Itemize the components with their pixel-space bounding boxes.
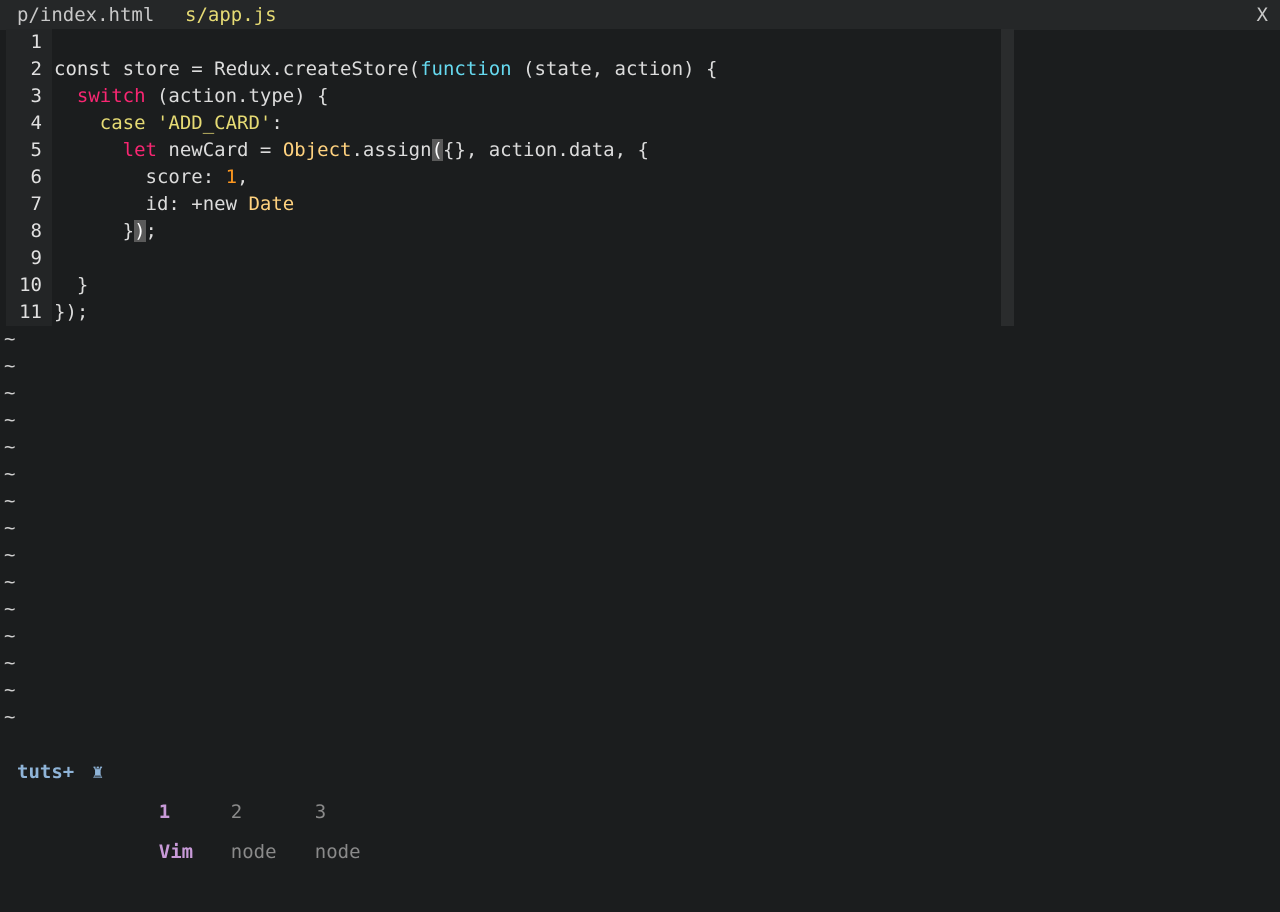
line-number: 6	[30, 166, 42, 188]
code-text: case 'ADD_CARD':	[54, 110, 283, 137]
session-name: tuts+	[17, 761, 75, 783]
code-token: }	[54, 274, 89, 296]
tilde-marker: ~	[4, 355, 16, 377]
tab-line: p/index.html s/app.js X	[0, 0, 1280, 30]
code-token: });	[54, 301, 89, 323]
code-token: Object	[282, 139, 352, 161]
window-2[interactable]: 2 node	[185, 752, 277, 912]
tilde-marker: ~	[4, 409, 16, 431]
tilde-marker: ~	[4, 544, 16, 566]
code-token: function	[420, 58, 512, 80]
code-token: (action.type) {	[145, 85, 329, 107]
code-text: switch (action.type) {	[54, 83, 329, 110]
line-number: 4	[30, 112, 42, 134]
code-token: case	[99, 112, 146, 134]
code-text: });	[54, 218, 157, 245]
line-number: 11	[19, 301, 42, 323]
tilde-marker: ~	[4, 382, 16, 404]
tab-app-js[interactable]: s/app.js	[185, 4, 277, 26]
code-token: 1	[225, 166, 238, 188]
cursor-match: )	[134, 220, 146, 242]
window-3-name: node	[314, 841, 361, 863]
code-text: });	[54, 299, 88, 326]
code-token: store = Redux.createStore(	[111, 58, 421, 80]
code-text: let newCard = Object.assign({}, action.d…	[54, 137, 649, 164]
code-token: newCard =	[156, 139, 283, 161]
tilde-marker: ~	[4, 652, 16, 674]
tilde-marker: ~	[4, 706, 16, 728]
tilde-marker: ~	[4, 598, 16, 620]
code-token: }	[54, 220, 135, 242]
line-number: 2	[30, 58, 42, 80]
line-number: 10	[19, 274, 42, 296]
code-token: score:	[54, 166, 226, 188]
code-token: switch	[76, 85, 146, 107]
code-text: score: 1,	[54, 164, 249, 191]
tilde-marker: ~	[4, 679, 16, 701]
line-number: 1	[30, 31, 42, 53]
tilde-marker: ~	[4, 625, 16, 647]
line-number: 3	[30, 85, 42, 107]
editor-scrollbar[interactable]	[1001, 29, 1014, 326]
code-token: const	[54, 58, 112, 80]
code-token: Date	[248, 193, 295, 215]
window-1-index: 1	[158, 801, 171, 823]
window-1[interactable]: 1 Vim	[113, 752, 193, 912]
window-3-index: 3	[314, 801, 327, 823]
window-3[interactable]: 3 node	[269, 752, 361, 912]
code-token: 'ADD_CARD'	[156, 112, 272, 134]
line-number: 7	[30, 193, 42, 215]
editor-pane[interactable]: 1 2 const store = Redux.createStore(functi…	[6, 29, 1014, 326]
tilde-marker: ~	[4, 436, 16, 458]
cursor-match: (	[431, 139, 443, 161]
window-indicator-icon: ♜	[92, 761, 104, 783]
tilde-marker: ~	[4, 571, 16, 593]
code-text: }	[54, 272, 88, 299]
line-number: 5	[30, 139, 42, 161]
code-token: .assign	[351, 139, 432, 161]
tilde-marker: ~	[4, 328, 16, 350]
window-2-index: 2	[230, 801, 243, 823]
code-token: ,	[237, 166, 249, 188]
code-token: ;	[145, 220, 157, 242]
line-number: 9	[30, 247, 42, 269]
code-token: id: +new	[54, 193, 249, 215]
tmux-status-bar: tuts+ ♜ 1 Vim 2 node 3 node	[0, 752, 1280, 863]
tilde-marker: ~	[4, 490, 16, 512]
tab-index-html[interactable]: p/index.html	[17, 4, 154, 26]
code-token: {}, action.data, {	[442, 139, 649, 161]
tilde-marker: ~	[4, 517, 16, 539]
tilde-marker: ~	[4, 463, 16, 485]
close-tab-button[interactable]: X	[1257, 4, 1268, 26]
code-text: id: +new Date	[54, 191, 295, 218]
code-text: const store = Redux.createStore(function…	[54, 56, 717, 83]
line-number: 8	[30, 220, 42, 242]
code-token: :	[271, 112, 283, 134]
code-token: let	[122, 139, 157, 161]
code-token: (state, action) {	[511, 58, 718, 80]
